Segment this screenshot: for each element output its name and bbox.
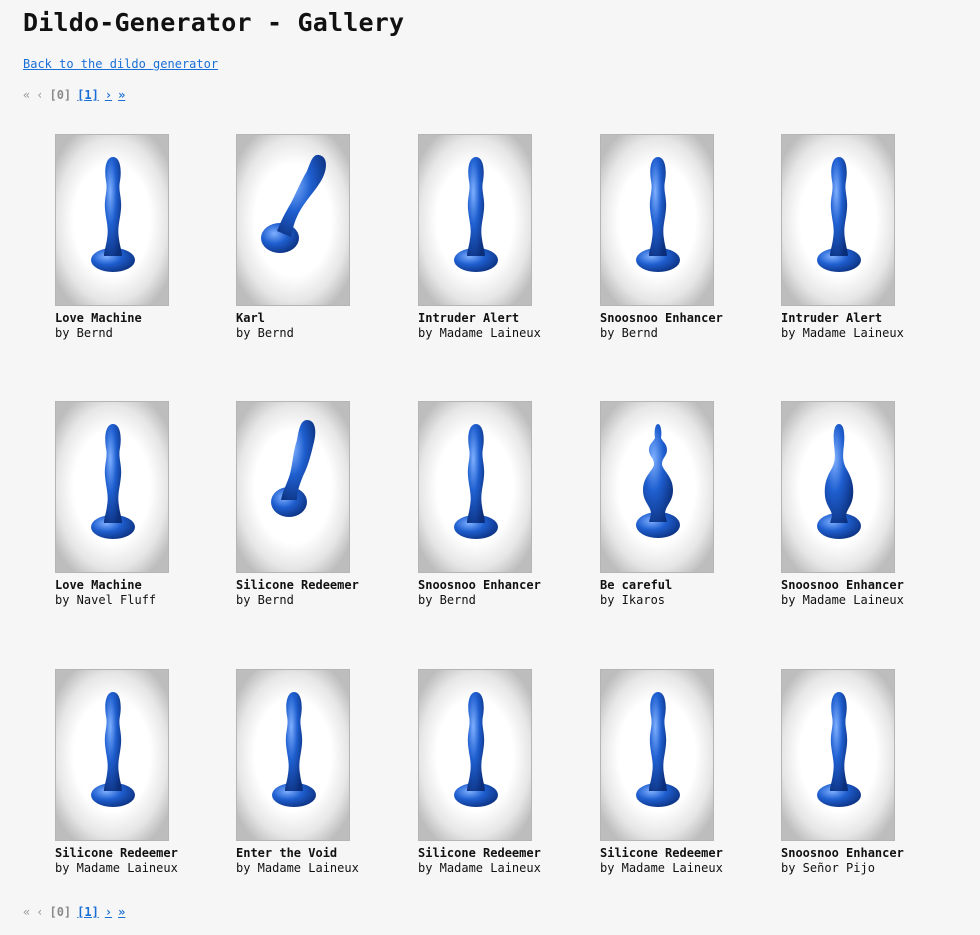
item-title: Snoosnoo Enhancer bbox=[418, 578, 541, 592]
item-author: by Madame Laineux bbox=[781, 326, 904, 340]
gallery-item[interactable]: Snoosnoo Enhancer by Bernd bbox=[418, 401, 568, 608]
model-thumbnail[interactable] bbox=[55, 134, 169, 306]
prev-page-link: ‹ bbox=[36, 905, 44, 919]
gallery-page: Dildo-Generator - Gallery Back to the di… bbox=[0, 0, 980, 935]
page-title: Dildo-Generator - Gallery bbox=[23, 8, 405, 37]
item-author: by Ikaros bbox=[600, 593, 666, 607]
model-thumbnail[interactable] bbox=[55, 669, 169, 841]
prev-page-link: ‹ bbox=[36, 88, 44, 102]
gallery-item[interactable]: Silicone Redeemer by Bernd bbox=[236, 401, 386, 608]
model-render-icon bbox=[91, 424, 135, 539]
model-render-icon bbox=[261, 154, 326, 253]
model-render-icon bbox=[454, 424, 498, 539]
next-page-link[interactable]: › bbox=[105, 905, 112, 919]
page-0-current: [0] bbox=[49, 88, 72, 102]
first-page-link: « bbox=[23, 88, 31, 102]
item-author: by Madame Laineux bbox=[55, 861, 178, 875]
item-title: Silicone Redeemer bbox=[600, 846, 723, 860]
gallery-item[interactable]: Snoosnoo Enhancer by Madame Laineux bbox=[781, 401, 931, 608]
model-thumbnail[interactable] bbox=[781, 134, 895, 306]
item-author: by Bernd bbox=[600, 326, 658, 340]
model-render-icon bbox=[272, 692, 316, 807]
model-thumbnail[interactable] bbox=[55, 401, 169, 573]
item-author: by Bernd bbox=[236, 593, 294, 607]
gallery-item[interactable]: Love Machine by Navel Fluff bbox=[55, 401, 205, 608]
model-render-icon bbox=[636, 424, 680, 538]
model-render-icon bbox=[271, 420, 316, 517]
item-author: by Madame Laineux bbox=[781, 593, 904, 607]
gallery-item[interactable]: Silicone Redeemer by Madame Laineux bbox=[418, 669, 568, 876]
item-title: Karl bbox=[236, 311, 265, 325]
item-author: by Bernd bbox=[418, 593, 476, 607]
item-title: Snoosnoo Enhancer bbox=[600, 311, 723, 325]
model-render-icon bbox=[454, 157, 498, 272]
model-thumbnail[interactable] bbox=[781, 401, 895, 573]
item-title: Intruder Alert bbox=[781, 311, 883, 325]
last-page-link[interactable]: » bbox=[118, 905, 125, 919]
back-to-generator-link[interactable]: Back to the dildo generator bbox=[23, 57, 218, 71]
item-title: Be careful bbox=[600, 578, 673, 592]
model-thumbnail[interactable] bbox=[781, 669, 895, 841]
pagination-top: « ‹ [0] [1] › » bbox=[23, 88, 125, 102]
gallery-item[interactable]: Love Machine by Bernd bbox=[55, 134, 205, 341]
gallery-item[interactable]: Intruder Alert by Madame Laineux bbox=[781, 134, 931, 341]
item-author: by Navel Fluff bbox=[55, 593, 157, 607]
model-render-icon bbox=[817, 424, 861, 539]
page-1-link[interactable]: [1] bbox=[77, 88, 99, 102]
model-thumbnail[interactable] bbox=[600, 401, 714, 573]
model-render-icon bbox=[636, 157, 680, 272]
model-render-icon bbox=[817, 157, 861, 272]
model-thumbnail[interactable] bbox=[418, 669, 532, 841]
item-title: Snoosnoo Enhancer bbox=[781, 578, 904, 592]
gallery-item[interactable]: Be careful by Ikaros bbox=[600, 401, 750, 608]
model-render-icon bbox=[91, 157, 135, 272]
item-title: Silicone Redeemer bbox=[236, 578, 359, 592]
item-title: Intruder Alert bbox=[418, 311, 520, 325]
model-render-icon bbox=[454, 692, 498, 807]
item-title: Snoosnoo Enhancer bbox=[781, 846, 904, 860]
item-title: Silicone Redeemer bbox=[55, 846, 178, 860]
gallery-item[interactable]: Silicone Redeemer by Madame Laineux bbox=[55, 669, 205, 876]
gallery-item[interactable]: Karl by Bernd bbox=[236, 134, 386, 341]
model-thumbnail[interactable] bbox=[600, 134, 714, 306]
page-0-current: [0] bbox=[49, 905, 72, 919]
page-1-link[interactable]: [1] bbox=[77, 905, 99, 919]
last-page-link[interactable]: » bbox=[118, 88, 125, 102]
item-author: by Señor Pijo bbox=[781, 861, 875, 875]
item-author: by Madame Laineux bbox=[418, 326, 541, 340]
item-author: by Madame Laineux bbox=[418, 861, 541, 875]
gallery-item[interactable]: Enter the Void by Madame Laineux bbox=[236, 669, 386, 876]
pagination-bottom: « ‹ [0] [1] › » bbox=[23, 905, 125, 919]
item-title: Love Machine bbox=[55, 578, 142, 592]
gallery-item[interactable]: Snoosnoo Enhancer by Señor Pijo bbox=[781, 669, 931, 876]
item-author: by Bernd bbox=[55, 326, 113, 340]
model-thumbnail[interactable] bbox=[418, 401, 532, 573]
next-page-link[interactable]: › bbox=[105, 88, 112, 102]
model-thumbnail[interactable] bbox=[600, 669, 714, 841]
item-author: by Madame Laineux bbox=[236, 861, 359, 875]
item-title: Enter the Void bbox=[236, 846, 338, 860]
model-thumbnail[interactable] bbox=[236, 134, 350, 306]
gallery-item[interactable]: Intruder Alert by Madame Laineux bbox=[418, 134, 568, 341]
model-thumbnail[interactable] bbox=[418, 134, 532, 306]
item-author: by Madame Laineux bbox=[600, 861, 723, 875]
gallery-item[interactable]: Snoosnoo Enhancer by Bernd bbox=[600, 134, 750, 341]
first-page-link: « bbox=[23, 905, 31, 919]
model-thumbnail[interactable] bbox=[236, 669, 350, 841]
gallery-item[interactable]: Silicone Redeemer by Madame Laineux bbox=[600, 669, 750, 876]
model-thumbnail[interactable] bbox=[236, 401, 350, 573]
item-author: by Bernd bbox=[236, 326, 294, 340]
model-render-icon bbox=[91, 692, 135, 807]
item-title: Love Machine bbox=[55, 311, 142, 325]
model-render-icon bbox=[817, 692, 861, 807]
item-title: Silicone Redeemer bbox=[418, 846, 541, 860]
model-render-icon bbox=[636, 692, 680, 807]
